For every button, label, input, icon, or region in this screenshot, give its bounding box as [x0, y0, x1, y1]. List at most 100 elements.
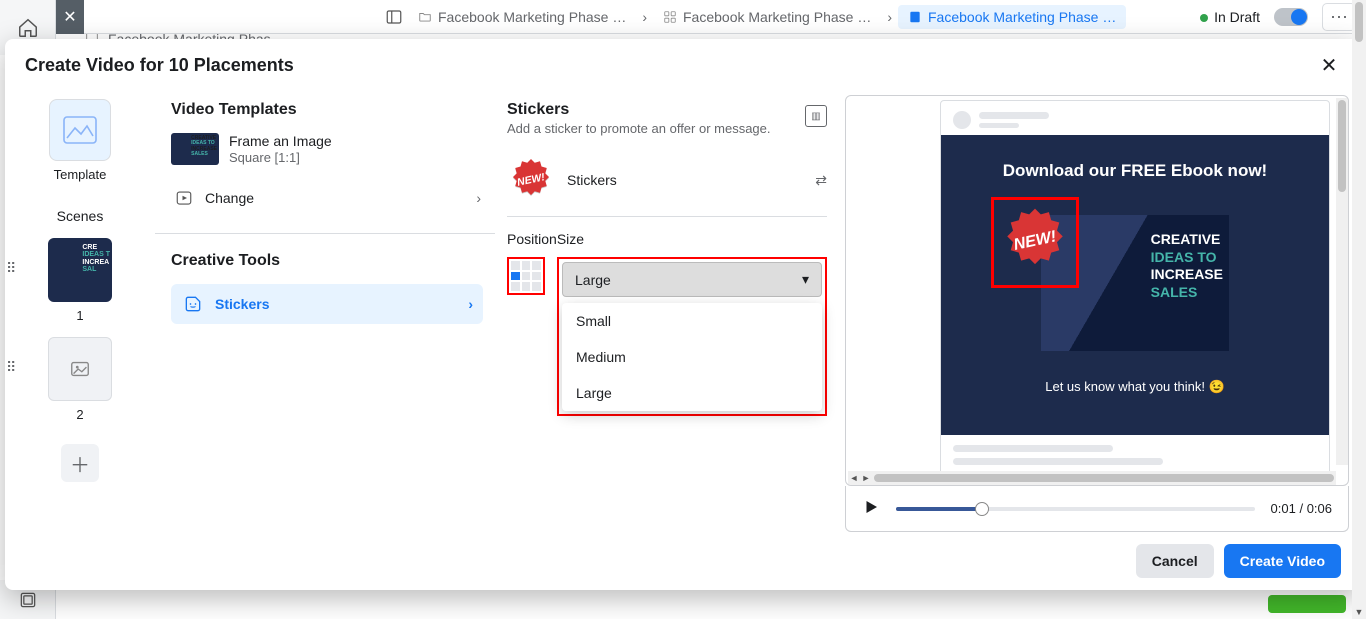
stickers-panel: Stickers Add a sticker to promote an off…	[495, 91, 845, 532]
creative-tools-heading: Creative Tools	[171, 252, 483, 270]
breadcrumb-label: Facebook Marketing Phase …	[438, 9, 626, 25]
cancel-button[interactable]: Cancel	[1136, 544, 1214, 578]
breadcrumb-item-3[interactable]: Facebook Marketing Phase …	[898, 5, 1126, 29]
divider	[155, 233, 495, 234]
breadcrumb-item-2[interactable]: Facebook Marketing Phase …	[653, 5, 881, 29]
draft-toggle[interactable]	[1274, 8, 1308, 26]
background-green-button	[1268, 595, 1346, 613]
add-scene-button[interactable]: ＋	[61, 444, 99, 482]
close-tab-button[interactable]: ✕	[56, 0, 84, 34]
scene-thumb-empty	[48, 337, 112, 401]
stickers-tool-label: Stickers	[215, 296, 269, 312]
size-dropdown[interactable]: Large ▾ Small Medium Large	[557, 257, 827, 416]
create-video-modal: Create Video for 10 Placements ✕ Templat…	[5, 39, 1361, 590]
sticker-preview-overlay: NEW!	[991, 197, 1079, 288]
pos-cell-tr[interactable]	[532, 261, 541, 270]
modal-title: Create Video for 10 Placements	[25, 55, 294, 76]
topbar-right: In Draft ⋯	[1200, 0, 1356, 34]
pos-cell-bl[interactable]	[511, 282, 520, 291]
breadcrumb-item-1[interactable]: Facebook Marketing Phase …	[408, 5, 636, 29]
media-headline: Download our FREE Ebook now!	[1003, 161, 1267, 181]
chevron-right-icon: ›	[468, 296, 473, 312]
chevron-right-icon: ›	[476, 190, 481, 206]
modal-footer: Cancel Create Video	[5, 532, 1361, 590]
change-label: Change	[205, 190, 254, 206]
selected-sticker-row[interactable]: NEW! Stickers ⇄	[507, 144, 827, 217]
progress-knob[interactable]	[975, 502, 989, 516]
create-video-button[interactable]: Create Video	[1224, 544, 1341, 578]
stickers-sub: Add a sticker to promote an offer or mes…	[507, 121, 827, 136]
selected-template-row[interactable]: CREATIVEIDEAS TOINCREASESALES Frame an I…	[171, 133, 483, 165]
stickers-tool-row[interactable]: Stickers ›	[171, 284, 483, 324]
pos-cell-mr[interactable]	[532, 272, 541, 281]
size-option-medium[interactable]: Medium	[562, 339, 822, 375]
sticker-icon	[183, 294, 203, 314]
template-aspect: Square [1:1]	[229, 150, 332, 165]
app-topbar: ✕ Facebook Marketing Phase … › Facebook …	[0, 0, 1366, 34]
pos-cell-mc[interactable]	[522, 272, 531, 281]
video-time: 0:01 / 0:06	[1271, 501, 1332, 516]
library-icon[interactable]	[18, 590, 38, 610]
change-template-button[interactable]: Change ›	[171, 181, 483, 215]
grid-icon	[663, 10, 677, 24]
home-icon	[17, 17, 39, 39]
panel-toggle-icon[interactable]	[380, 3, 408, 31]
template-card[interactable]	[49, 99, 111, 161]
modal-header: Create Video for 10 Placements ✕	[5, 39, 1361, 91]
breadcrumb-label: Facebook Marketing Phase …	[683, 9, 871, 25]
size-select[interactable]: Large ▾	[562, 262, 822, 297]
breadcrumb: Facebook Marketing Phase … › Facebook Ma…	[380, 0, 1126, 34]
caret-down-icon: ▾	[802, 271, 809, 288]
post-media: Download our FREE Ebook now! NEW! CRE	[941, 135, 1329, 435]
new-badge-icon: NEW!	[507, 156, 555, 204]
swap-icon[interactable]: ⇄	[815, 172, 827, 189]
preview-scrollbar-vertical[interactable]	[1336, 98, 1348, 465]
position-grid[interactable]	[507, 257, 545, 295]
size-options-list: Small Medium Large	[562, 303, 822, 411]
drag-handle-icon[interactable]: ⠿	[6, 260, 18, 277]
template-thumbnail: CREATIVEIDEAS TOINCREASESALES	[171, 133, 219, 165]
folder-icon	[418, 10, 432, 24]
play-outline-icon	[175, 189, 193, 207]
more-menu-button[interactable]: ⋯	[1322, 3, 1356, 31]
chevron-right-icon: ›	[642, 9, 647, 25]
image-icon	[69, 358, 91, 380]
pos-cell-br[interactable]	[532, 282, 541, 291]
drag-handle-icon[interactable]: ⠿	[6, 359, 18, 376]
preview-column: Download our FREE Ebook now! NEW! CRE	[845, 91, 1361, 532]
modal-close-button[interactable]: ✕	[1317, 53, 1341, 77]
size-option-small[interactable]: Small	[562, 303, 822, 339]
stickers-heading: Stickers	[507, 101, 827, 119]
preview-frame: Download our FREE Ebook now! NEW! CRE	[845, 95, 1349, 486]
video-templates-heading: Video Templates	[171, 101, 483, 119]
scene-thumb: CREIDEAS TINCREASAL	[48, 238, 112, 302]
page-scrollbar[interactable]: ▼	[1352, 0, 1366, 619]
template-label: Template	[54, 167, 107, 182]
post-head	[941, 101, 1329, 135]
pos-cell-ml[interactable]	[511, 272, 520, 281]
size-option-large[interactable]: Large	[562, 375, 822, 411]
pos-cell-bc[interactable]	[522, 282, 531, 291]
post-card: Download our FREE Ebook now! NEW! CRE	[940, 100, 1330, 481]
template-name: Frame an Image	[229, 133, 332, 150]
scene-number: 1	[76, 308, 83, 323]
scene-item-2[interactable]: ⠿ 2	[48, 337, 112, 422]
media-caption: Let us know what you think! 😉	[1045, 379, 1225, 395]
graphic-text: CREATIVE IDEAS TO INCREASE SALES	[1151, 231, 1223, 301]
tools-column: Video Templates CREATIVEIDEAS TOINCREASE…	[155, 91, 495, 532]
pos-cell-tl[interactable]	[511, 261, 520, 270]
scenes-heading: Scenes	[57, 208, 104, 224]
pos-cell-tc[interactable]	[522, 261, 531, 270]
document-icon	[908, 10, 922, 24]
position-size-label: PositionSize	[507, 231, 827, 247]
scene-item-1[interactable]: ⠿ CREIDEAS TINCREASAL 1	[48, 238, 112, 323]
video-progress[interactable]	[896, 507, 1255, 511]
media-graphic: NEW! CREATIVE IDEAS TO INCREASE SALES	[1041, 215, 1229, 351]
panel-collapse-icon[interactable]: ▥	[805, 105, 827, 127]
image-icon	[63, 116, 97, 144]
preview-scrollbar-horizontal[interactable]: ◄►	[848, 471, 1336, 485]
sticker-row-label: Stickers	[567, 172, 617, 188]
video-player-bar: 0:01 / 0:06	[845, 486, 1349, 532]
templates-column: Template Scenes ⠿ CREIDEAS TINCREASAL 1 …	[5, 91, 155, 532]
play-button[interactable]	[862, 498, 880, 519]
